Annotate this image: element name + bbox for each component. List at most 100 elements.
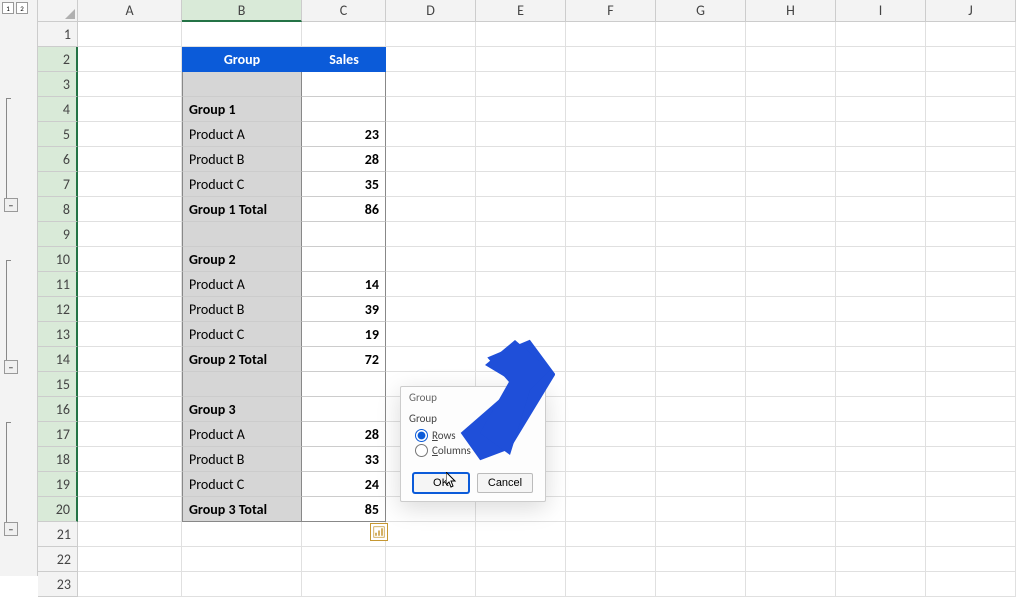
cell[interactable] (836, 497, 926, 522)
cell[interactable] (836, 247, 926, 272)
quick-analysis-icon[interactable] (370, 523, 388, 541)
cell[interactable] (386, 147, 476, 172)
row-header-6[interactable]: 6 (38, 147, 78, 172)
cell[interactable] (386, 122, 476, 147)
row-header-9[interactable]: 9 (38, 222, 78, 247)
cell[interactable] (78, 147, 182, 172)
radio-rows[interactable]: Rows (415, 429, 537, 442)
cell[interactable] (78, 397, 182, 422)
cell[interactable] (566, 472, 656, 497)
cell[interactable]: 28 (302, 147, 386, 172)
cell[interactable] (746, 122, 836, 147)
cell[interactable] (476, 147, 566, 172)
cell[interactable] (656, 197, 746, 222)
cell[interactable] (656, 222, 746, 247)
cell[interactable] (836, 522, 926, 547)
cell[interactable] (476, 247, 566, 272)
cell[interactable]: Product A (182, 422, 302, 447)
cell[interactable]: Group 3 (182, 397, 302, 422)
cell[interactable] (78, 322, 182, 347)
row-header-4[interactable]: 4 (38, 97, 78, 122)
cell[interactable]: 23 (302, 122, 386, 147)
col-header-d[interactable]: D (386, 0, 476, 22)
cell[interactable] (476, 347, 566, 372)
cell[interactable] (926, 447, 1016, 472)
cell[interactable] (836, 447, 926, 472)
cell[interactable] (836, 322, 926, 347)
cell[interactable] (182, 22, 302, 47)
cell[interactable] (386, 547, 476, 572)
cell[interactable] (566, 47, 656, 72)
cell[interactable] (656, 247, 746, 272)
row-header-18[interactable]: 18 (38, 447, 78, 472)
row-header-13[interactable]: 13 (38, 322, 78, 347)
cell[interactable]: Group 1 Total (182, 197, 302, 222)
cell[interactable] (836, 22, 926, 47)
cell[interactable]: Group 1 (182, 97, 302, 122)
col-header-g[interactable]: G (656, 0, 746, 22)
cell[interactable] (656, 122, 746, 147)
col-header-f[interactable]: F (566, 0, 656, 22)
col-header-j[interactable]: J (926, 0, 1016, 22)
cell[interactable]: Product B (182, 447, 302, 472)
cell[interactable] (746, 47, 836, 72)
cell[interactable] (78, 522, 182, 547)
cell[interactable] (836, 222, 926, 247)
row-header-22[interactable]: 22 (38, 547, 78, 572)
cell[interactable] (78, 222, 182, 247)
cell[interactable] (746, 497, 836, 522)
cell[interactable] (926, 522, 1016, 547)
cell[interactable] (656, 397, 746, 422)
cell[interactable] (476, 47, 566, 72)
cell[interactable] (926, 97, 1016, 122)
cell[interactable] (836, 47, 926, 72)
cell[interactable] (302, 397, 386, 422)
cell[interactable] (746, 347, 836, 372)
cell[interactable] (386, 47, 476, 72)
row-header-20[interactable]: 20 (38, 497, 78, 522)
radio-columns[interactable]: Columns (415, 444, 537, 457)
radio-columns-input[interactable] (415, 444, 428, 457)
cell[interactable] (302, 222, 386, 247)
cell[interactable] (746, 397, 836, 422)
cell[interactable] (836, 347, 926, 372)
cell[interactable] (836, 272, 926, 297)
cell[interactable] (566, 497, 656, 522)
cell[interactable]: Group 3 Total (182, 497, 302, 522)
cell[interactable] (656, 347, 746, 372)
row-header-17[interactable]: 17 (38, 422, 78, 447)
cell[interactable]: Group (182, 47, 302, 72)
cell[interactable] (566, 247, 656, 272)
row-header-1[interactable]: 1 (38, 22, 78, 47)
cell[interactable] (836, 472, 926, 497)
row-header-14[interactable]: 14 (38, 347, 78, 372)
cell[interactable]: 85 (302, 497, 386, 522)
cell[interactable] (302, 547, 386, 572)
cell[interactable] (746, 422, 836, 447)
cell[interactable] (78, 372, 182, 397)
col-header-a[interactable]: A (78, 0, 182, 22)
cell[interactable] (386, 222, 476, 247)
cell[interactable] (566, 372, 656, 397)
cell[interactable] (926, 297, 1016, 322)
cell[interactable] (566, 447, 656, 472)
cell[interactable] (78, 247, 182, 272)
cell[interactable]: Product C (182, 172, 302, 197)
cell[interactable] (926, 222, 1016, 247)
cell[interactable] (386, 97, 476, 122)
cell[interactable] (926, 22, 1016, 47)
cell[interactable] (302, 247, 386, 272)
cell[interactable] (78, 97, 182, 122)
cell[interactable] (386, 272, 476, 297)
cell[interactable]: 28 (302, 422, 386, 447)
cell[interactable] (78, 447, 182, 472)
outline-collapse-1[interactable]: − (4, 198, 18, 212)
cell[interactable] (656, 422, 746, 447)
row-header-10[interactable]: 10 (38, 247, 78, 272)
cell[interactable] (926, 372, 1016, 397)
cell[interactable] (746, 247, 836, 272)
col-header-e[interactable]: E (476, 0, 566, 22)
cell[interactable] (476, 297, 566, 322)
cell[interactable]: Product B (182, 297, 302, 322)
cell[interactable] (476, 172, 566, 197)
